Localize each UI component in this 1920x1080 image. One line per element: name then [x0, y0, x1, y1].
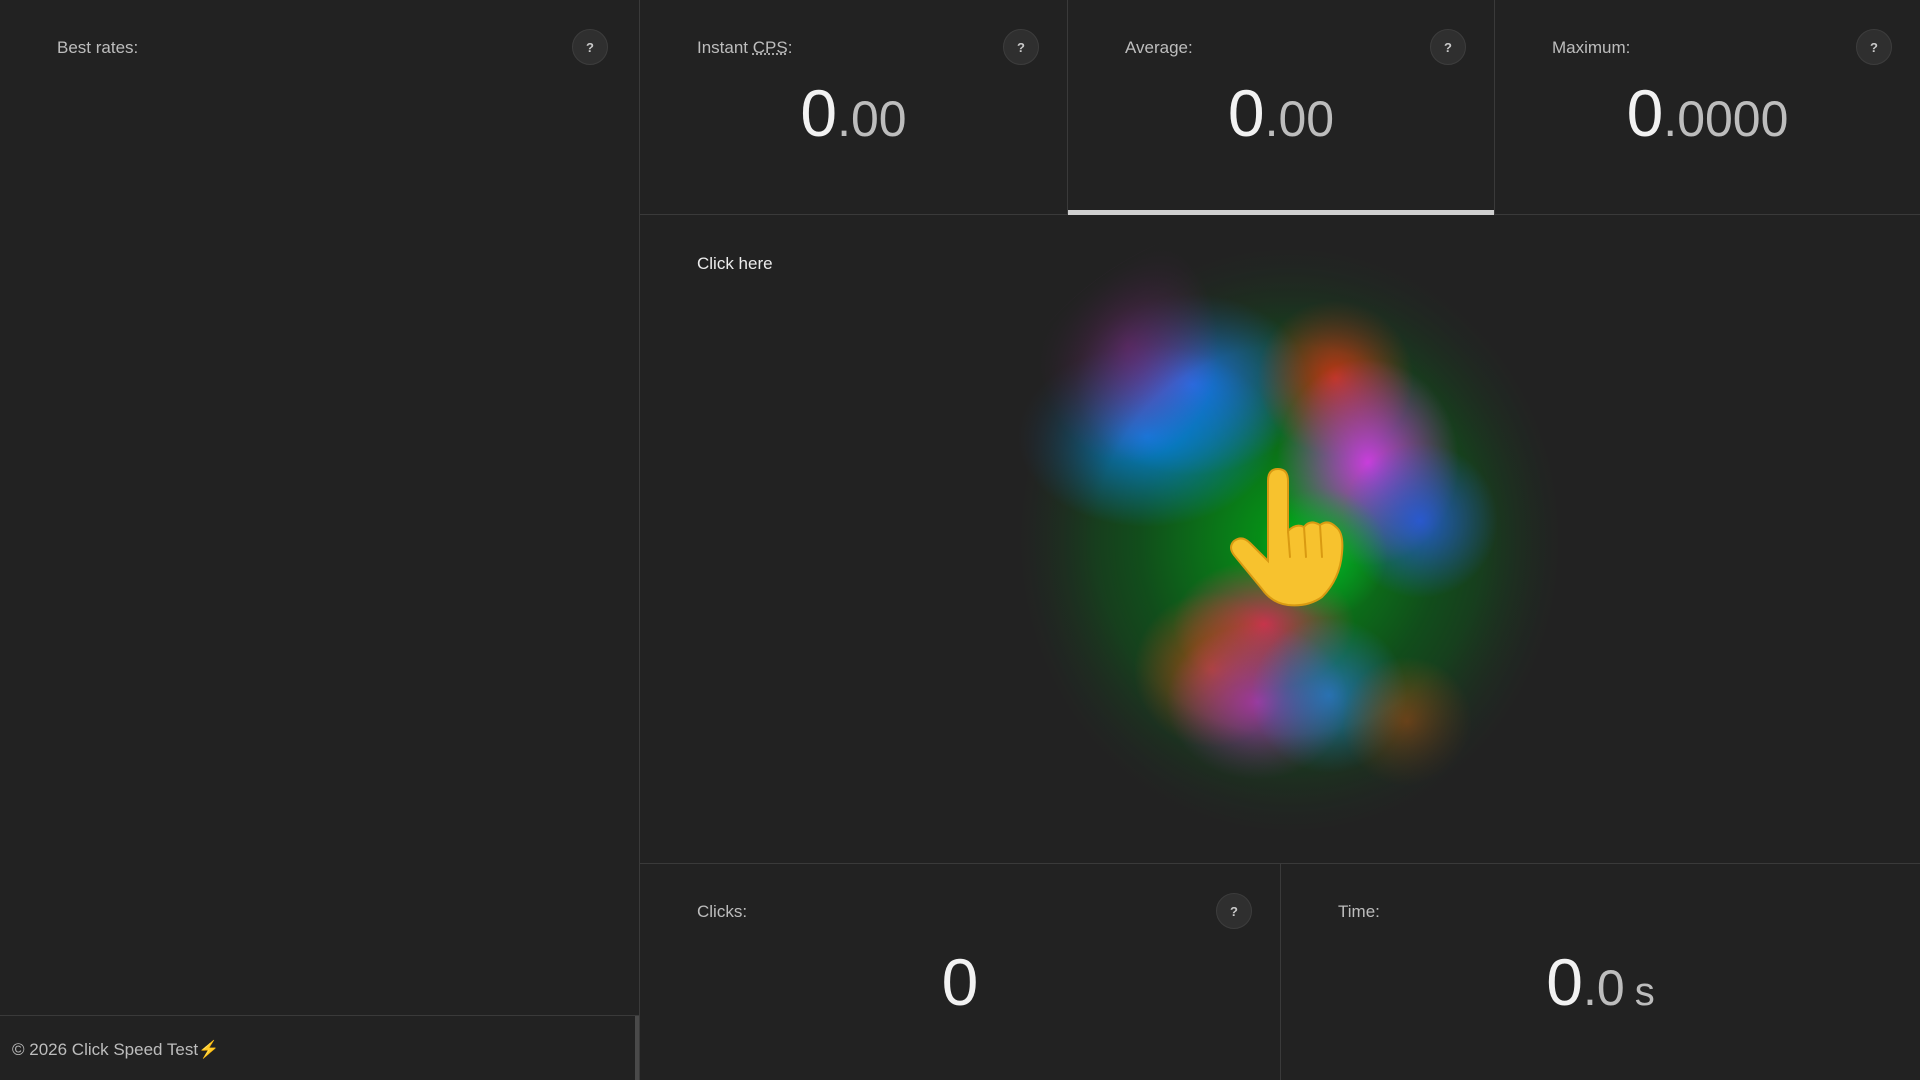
- average-label: Average:: [1125, 38, 1193, 57]
- average-help-button[interactable]: ?: [1430, 29, 1466, 65]
- time-card[interactable]: Time: 0.0 s: [1280, 864, 1920, 1080]
- time-value: 0.0 s: [1546, 945, 1655, 1019]
- time-label: Time:: [1338, 902, 1380, 921]
- click-here-label: Click here: [697, 254, 773, 273]
- average-value: 0.00: [1227, 76, 1335, 150]
- cps-abbreviation: CPS: [752, 38, 788, 57]
- clicks-help-button[interactable]: ?: [1216, 893, 1252, 929]
- footer-copyright: © 2026 Click Speed Test⚡: [12, 1040, 220, 1059]
- instant-cps-card[interactable]: Instant CPS: ? 0.00: [640, 0, 1067, 215]
- best-rates-title: Best rates:: [57, 38, 139, 57]
- instant-cps-help-button[interactable]: ?: [1003, 29, 1039, 65]
- instant-cps-value: 0.00: [800, 76, 907, 150]
- click-speed-test-app: Best rates: ? © 2026 Click Speed Test⚡ I…: [0, 0, 1920, 1080]
- average-card[interactable]: Average: ? 0.00: [1067, 0, 1494, 215]
- clicks-card[interactable]: Clicks: ? 0: [640, 864, 1280, 1080]
- footer: © 2026 Click Speed Test⚡: [0, 1015, 639, 1080]
- clicks-label: Clicks:: [697, 902, 748, 921]
- clicks-value: 0: [941, 945, 979, 1019]
- resize-handle[interactable]: [635, 1016, 639, 1080]
- active-card-indicator: [1068, 210, 1494, 215]
- instant-cps-label: Instant CPS:: [697, 38, 793, 57]
- maximum-label: Maximum:: [1552, 38, 1631, 57]
- best-rates-panel: Best rates: ? © 2026 Click Speed Test⚡: [0, 0, 640, 1080]
- maximum-help-button[interactable]: ?: [1856, 29, 1892, 65]
- pointing-hand-icon: [1230, 467, 1344, 607]
- best-rates-help-button[interactable]: ?: [572, 29, 608, 65]
- maximum-value: 0.0000: [1626, 76, 1789, 150]
- click-area[interactable]: Click here: [640, 216, 1920, 864]
- maximum-card[interactable]: Maximum: ? 0.0000: [1494, 0, 1920, 215]
